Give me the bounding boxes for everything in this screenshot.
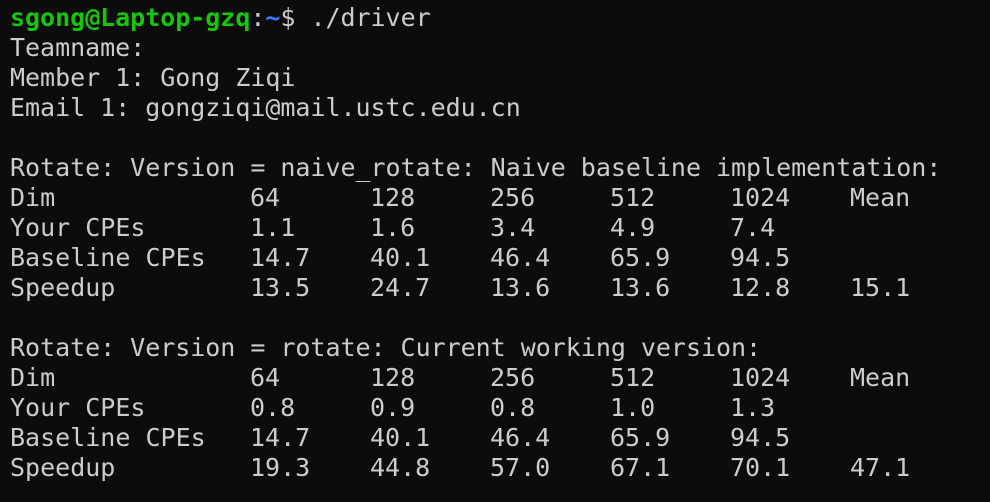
row-label: Dim <box>10 363 56 392</box>
section-title: Rotate: Version = rotate: Current workin… <box>10 333 762 362</box>
cell: 46.4 <box>490 243 551 272</box>
cell: 47.1 <box>850 453 911 482</box>
cell: 13.6 <box>610 273 671 302</box>
row-label: Speedup <box>10 273 116 302</box>
cell: 65.9 <box>610 423 671 452</box>
table-row: Dim 64 128 256 512 1024 Mean <box>10 363 985 393</box>
table-row: Baseline CPEs 14.7 40.1 46.4 65.9 94.5 <box>10 243 985 273</box>
cell: 94.5 <box>730 423 791 452</box>
cell: 1.0 <box>610 393 656 422</box>
cell: 14.7 <box>250 423 311 452</box>
table-row: Your CPEs 0.8 0.9 0.8 1.0 1.3 <box>10 393 985 423</box>
cell: 70.1 <box>730 453 791 482</box>
terminal-output: sgong@Laptop-gzq:~$ ./driver Teamname: M… <box>10 3 985 483</box>
prompt-path: ~ <box>265 3 281 32</box>
cell: 1.6 <box>370 213 416 242</box>
cell: 40.1 <box>370 243 431 272</box>
command-text: ./driver <box>310 3 431 32</box>
prompt-line: sgong@Laptop-gzq:~$ ./driver <box>10 3 985 33</box>
cell: 13.6 <box>490 273 551 302</box>
cell: 40.1 <box>370 423 431 452</box>
row-label: Speedup <box>10 453 116 482</box>
cell: 0.8 <box>250 393 296 422</box>
cell: 13.5 <box>250 273 311 302</box>
cell: 512 <box>610 183 656 212</box>
cell: 67.1 <box>610 453 671 482</box>
email-line: Email 1: gongziqi@mail.ustc.edu.cn <box>10 93 521 122</box>
teamname-line: Teamname: <box>10 33 146 62</box>
cell: 44.8 <box>370 453 431 482</box>
cell <box>850 213 970 243</box>
prompt-user-host: sgong@Laptop-gzq <box>10 3 251 32</box>
member-line: Member 1: Gong Ziqi <box>10 63 296 92</box>
cell: 94.5 <box>730 243 791 272</box>
cell: 12.8 <box>730 273 791 302</box>
cell: 512 <box>610 363 656 392</box>
cell: 64 <box>250 363 281 392</box>
table-row: Dim 64 128 256 512 1024 Mean <box>10 183 985 213</box>
cell: 1.3 <box>730 393 776 422</box>
cell: 256 <box>490 363 536 392</box>
section-title: Rotate: Version = naive_rotate: Naive ba… <box>10 153 942 182</box>
row-label: Your CPEs <box>10 393 146 422</box>
table-row: Speedup 19.3 44.8 57.0 67.1 70.1 47.1 <box>10 453 985 483</box>
cell: 0.9 <box>370 393 416 422</box>
prompt-symbol: $ <box>280 3 311 32</box>
cell: Mean <box>850 183 911 212</box>
cell: 19.3 <box>250 453 311 482</box>
terminal-window[interactable]: { "prompt": { "user_host": "sgong@Laptop… <box>0 0 990 502</box>
cell: 4.9 <box>610 213 656 242</box>
cell: 57.0 <box>490 453 551 482</box>
row-label: Your CPEs <box>10 213 146 242</box>
results-section-naive: Rotate: Version = naive_rotate: Naive ba… <box>10 153 985 303</box>
cell: 0.8 <box>490 393 536 422</box>
cell: 128 <box>370 183 416 212</box>
cell: 1.1 <box>250 213 296 242</box>
row-label: Dim <box>10 183 56 212</box>
cell <box>850 393 970 423</box>
row-label: Baseline CPEs <box>10 243 206 272</box>
row-label: Baseline CPEs <box>10 423 206 452</box>
cell: 15.1 <box>850 273 911 302</box>
cell: 1024 <box>730 183 791 212</box>
cell: 64 <box>250 183 281 212</box>
results-section-rotate: Rotate: Version = rotate: Current workin… <box>10 333 985 483</box>
table-row: Baseline CPEs 14.7 40.1 46.4 65.9 94.5 <box>10 423 985 453</box>
table-row: Your CPEs 1.1 1.6 3.4 4.9 7.4 <box>10 213 985 243</box>
cell: 7.4 <box>730 213 776 242</box>
cell: 1024 <box>730 363 791 392</box>
cell: 14.7 <box>250 243 311 272</box>
cell <box>850 243 970 273</box>
cell: 65.9 <box>610 243 671 272</box>
cell <box>850 423 970 453</box>
cell: 256 <box>490 183 536 212</box>
cell: 24.7 <box>370 273 431 302</box>
cell: 128 <box>370 363 416 392</box>
table-row: Speedup 13.5 24.7 13.6 13.6 12.8 15.1 <box>10 273 985 303</box>
cell: 46.4 <box>490 423 551 452</box>
prompt-separator: : <box>250 3 266 32</box>
cell: 3.4 <box>490 213 536 242</box>
cell: Mean <box>850 363 911 392</box>
